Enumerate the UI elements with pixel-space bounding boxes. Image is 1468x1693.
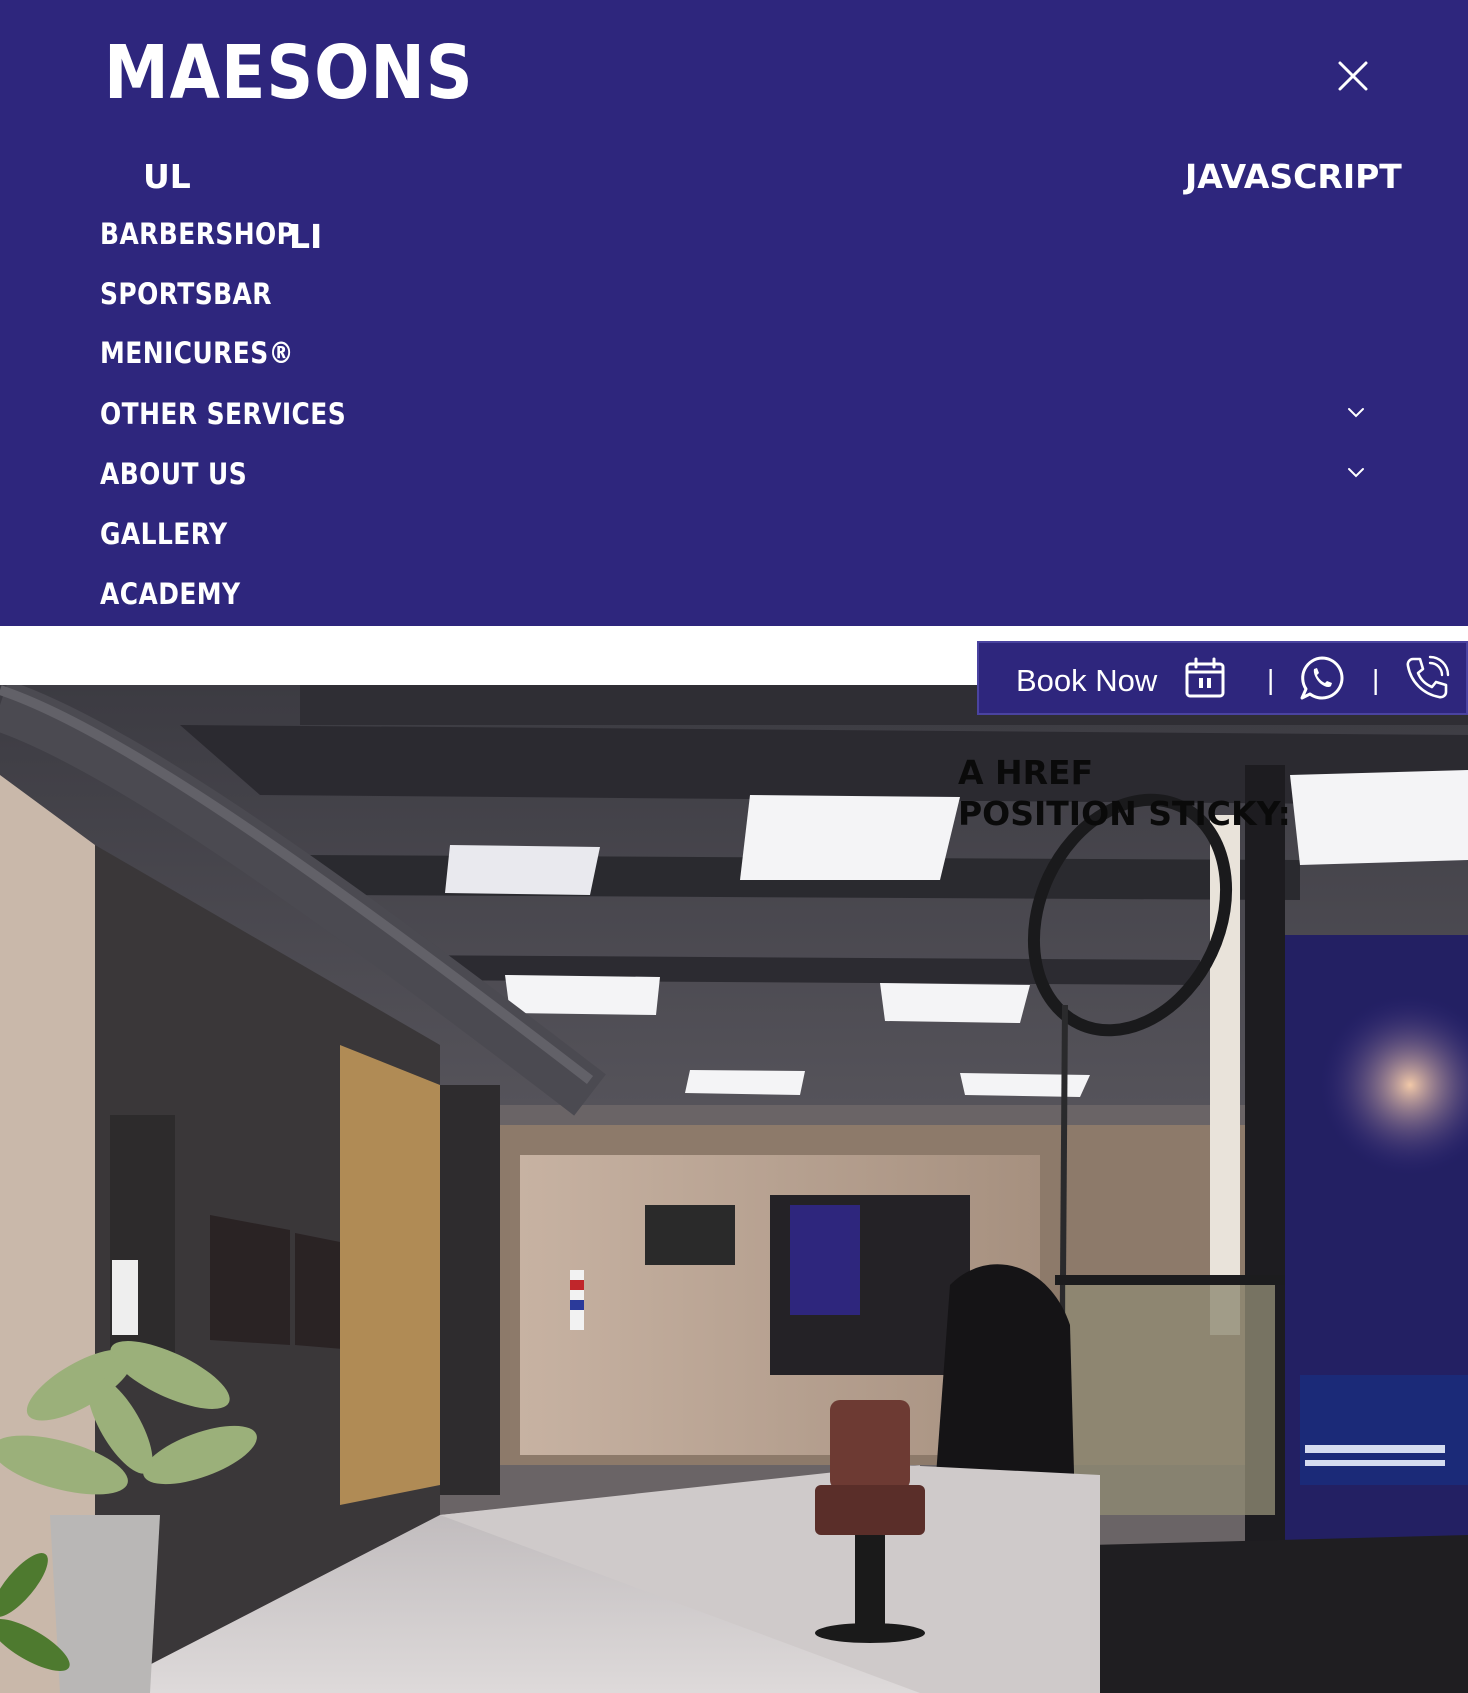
menu-item-sportsbar[interactable]: SPORTSBAR (100, 269, 1390, 319)
menu-item-label: OTHER SERVICES (100, 397, 347, 431)
close-icon (1338, 61, 1368, 91)
separator: | (1267, 664, 1275, 695)
menu-item-label: GALLERY (100, 517, 228, 551)
menu-item-label: ACADEMY (100, 577, 241, 611)
menu-item-label: BARBERSHOP (100, 217, 296, 251)
sticky-annotation-line1: A HREF (958, 753, 1094, 792)
brand-logo[interactable]: MAESONS (104, 36, 474, 110)
sticky-annotation: A HREF POSITION STICKY: (958, 752, 1291, 834)
separator: | (1372, 664, 1380, 695)
menu-item-label: SPORTSBAR (100, 277, 272, 311)
book-now-label: Book Now (1016, 663, 1158, 698)
booking-bar: Book Now | | (977, 641, 1468, 715)
sticky-annotation-line2: POSITION STICKY: (958, 794, 1291, 833)
menu-item-gallery[interactable]: GALLERY (100, 509, 1390, 559)
menu-item-academy[interactable]: ACADEMY (100, 569, 1390, 619)
menu-item-about-us[interactable]: ABOUT US (100, 449, 1390, 499)
book-now-button[interactable]: Book Now (979, 643, 1259, 713)
menu-item-barbershop[interactable]: BARBERSHOP (100, 209, 1390, 259)
calendar-icon (1185, 657, 1225, 698)
hero-barbershop-photo (0, 685, 1468, 1693)
close-menu-button[interactable] (1333, 56, 1373, 96)
hero-illustration (0, 685, 1468, 1693)
nav-menu-panel: MAESONS UL JAVASCRIPT LI BARBERSHOP SPOR… (0, 0, 1468, 626)
chevron-down-icon[interactable] (1345, 461, 1367, 483)
phone-icon (1406, 655, 1450, 699)
whatsapp-button[interactable] (1299, 655, 1345, 701)
menu-item-label: ABOUT US (100, 457, 248, 491)
whatsapp-icon (1300, 656, 1344, 700)
phone-call-button[interactable] (1403, 654, 1451, 702)
chevron-down-icon[interactable] (1345, 401, 1367, 423)
menu-item-other-services[interactable]: OTHER SERVICES (100, 389, 1390, 439)
annotation-ul: UL (143, 157, 191, 196)
annotation-javascript: JAVASCRIPT (1185, 157, 1402, 196)
menu-item-menicures[interactable]: MENICURES® (100, 328, 1390, 378)
menu-item-label: MENICURES® (100, 336, 295, 370)
